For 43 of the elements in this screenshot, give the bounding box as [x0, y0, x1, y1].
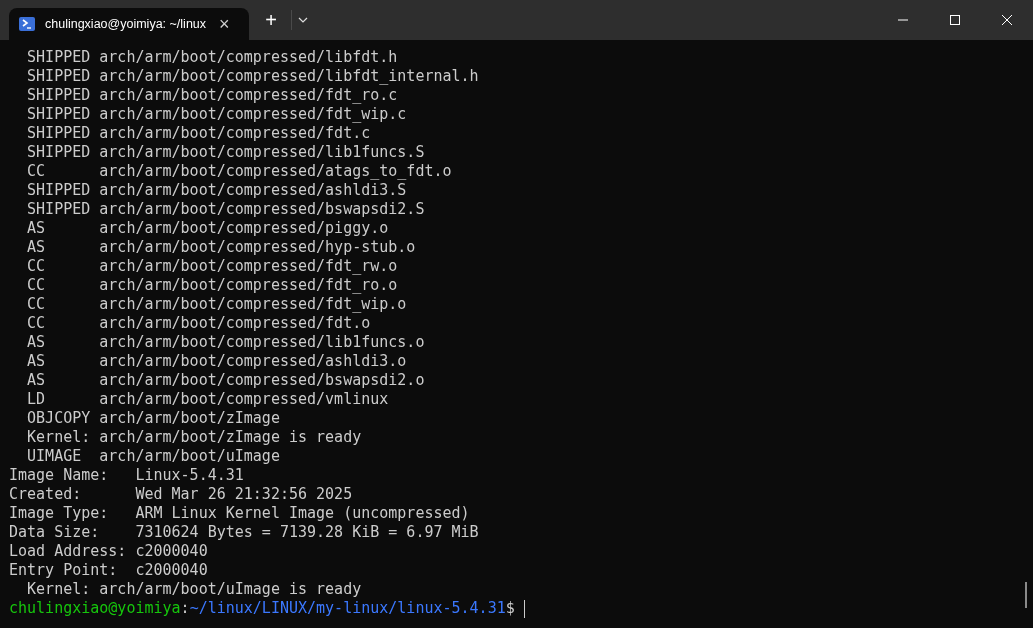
- terminal-output-line: AS arch/arm/boot/compressed/ashldi3.o: [26, 352, 407, 371]
- prompt-user: chulingxiao@yoimiya: [9, 599, 181, 618]
- terminal-output-line: OBJCOPY arch/arm/boot/zImage: [26, 409, 280, 428]
- terminal-output-line: SHIPPED arch/arm/boot/compressed/fdt.c: [26, 124, 371, 143]
- terminal-output-line: CC arch/arm/boot/compressed/atags_to_fdt.o: [26, 162, 452, 181]
- terminal-output-line: AS arch/arm/boot/compressed/piggy.o: [26, 219, 389, 238]
- text-cursor: [523, 599, 525, 618]
- terminal-output-line: CC arch/arm/boot/compressed/fdt.o: [26, 314, 371, 333]
- tab-title: chulingxiao@yoimiya: ~/linux: [45, 15, 208, 33]
- prompt-separator: :: [180, 599, 190, 618]
- prompt-path: ~/linux/LINUX/my-linux/linux-5.4.31: [189, 599, 506, 618]
- terminal-output-line: Entry Point: c2000040: [9, 561, 208, 580]
- terminal-output-line: SHIPPED arch/arm/boot/compressed/ashldi3.S: [26, 181, 407, 200]
- terminal-output-line: SHIPPED arch/arm/boot/compressed/fdt_wip.c: [26, 105, 407, 124]
- prompt-symbol: $: [505, 599, 515, 618]
- scrollbar-thumb[interactable]: [1025, 582, 1027, 608]
- terminal-output-line: AS arch/arm/boot/compressed/lib1funcs.o: [26, 333, 425, 352]
- terminal-output-line: UIMAGE arch/arm/boot/uImage: [26, 447, 280, 466]
- terminal-output-line: Data Size: 7310624 Bytes = 7139.28 KiB = 6.97 MiB: [9, 523, 479, 542]
- maximize-icon[interactable]: [950, 15, 960, 25]
- terminal-output-line: Kernel: arch/arm/boot/uImage is ready: [26, 580, 362, 599]
- terminal-output-line: CC arch/arm/boot/compressed/fdt_rw.o: [26, 257, 398, 276]
- terminal-output-line: LD arch/arm/boot/compressed/vmlinux: [26, 390, 389, 409]
- terminal-output-line: CC arch/arm/boot/compressed/fdt_ro.o: [26, 276, 398, 295]
- terminal-output-line: SHIPPED arch/arm/boot/compressed/fdt_ro.c: [26, 86, 398, 105]
- close-tab-button[interactable]: ×: [219, 15, 230, 33]
- terminal-output-line: AS arch/arm/boot/compressed/hyp-stub.o: [26, 238, 416, 257]
- terminal-output-line: AS arch/arm/boot/compressed/bswapsdi2.o: [26, 371, 425, 390]
- terminal-output-line: Kernel: arch/arm/boot/zImage is ready: [26, 428, 362, 447]
- terminal-output-line: Load Address: c2000040: [9, 542, 208, 561]
- dropdown-icon[interactable]: [298, 17, 308, 23]
- terminal-output-line: Created: Wed Mar 26 21:32:56 2025: [9, 485, 353, 504]
- terminal-output-line: CC arch/arm/boot/compressed/fdt_wip.o: [26, 295, 407, 314]
- terminal-output-line: Image Type: ARM Linux Kernel Image (uncompressed): [9, 504, 470, 523]
- new-tab-button[interactable]: +: [257, 6, 285, 34]
- terminal-tab[interactable]: chulingxiao@yoimiya: ~/linux ×: [9, 8, 249, 40]
- terminal-output-line: SHIPPED arch/arm/boot/compressed/bswapsdi2.S: [26, 200, 425, 219]
- terminal-output-line: SHIPPED arch/arm/boot/compressed/lib1funcs.S: [26, 143, 425, 162]
- close-icon[interactable]: [1002, 15, 1012, 25]
- terminal-output-line: SHIPPED arch/arm/boot/compressed/libfdt.h: [26, 48, 398, 67]
- terminal-icon: [19, 17, 35, 31]
- terminal-output-line: Image Name: Linux-5.4.31: [9, 466, 244, 485]
- terminal-output-line: SHIPPED arch/arm/boot/compressed/libfdt_internal.h: [26, 67, 479, 86]
